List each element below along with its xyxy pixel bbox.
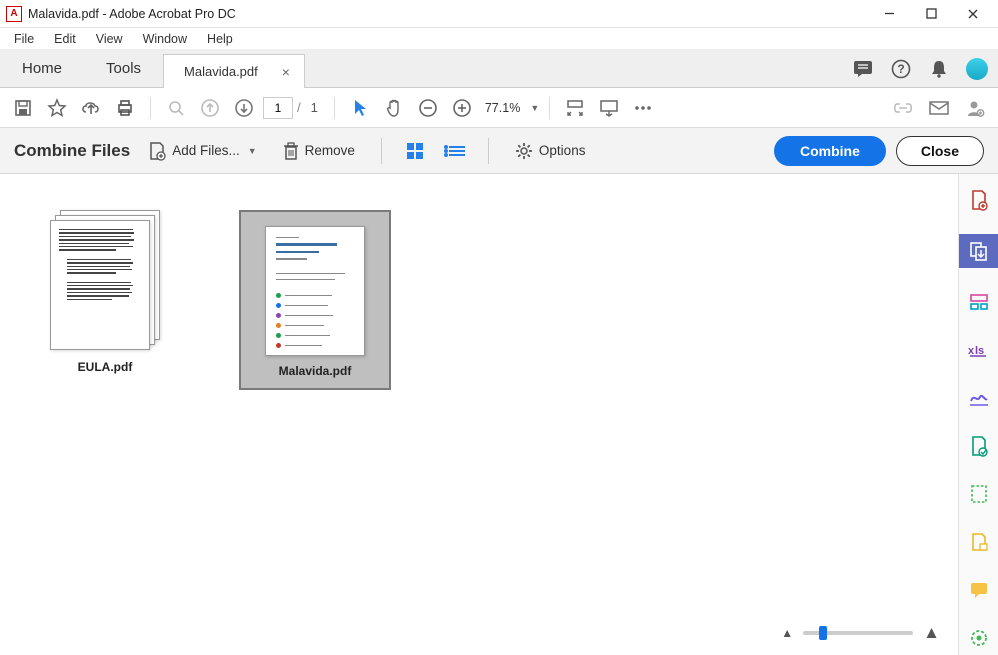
zoom-slider-handle[interactable] bbox=[819, 626, 827, 640]
remove-label: Remove bbox=[305, 143, 355, 158]
svg-text:?: ? bbox=[897, 62, 904, 76]
file-item-malavida[interactable]: Malavida.pdf bbox=[240, 210, 390, 390]
tab-right-icons: ? bbox=[852, 50, 998, 87]
tab-row: Home Tools Malavida.pdf × ? bbox=[0, 50, 998, 88]
page-current-input[interactable] bbox=[263, 97, 293, 119]
page-total: 1 bbox=[305, 100, 324, 115]
tab-document-label: Malavida.pdf bbox=[184, 64, 258, 79]
main-toolbar: / 1 77.1% ▼ bbox=[0, 88, 998, 128]
menu-edit[interactable]: Edit bbox=[44, 30, 86, 48]
zoom-large-icon[interactable]: ▲ bbox=[923, 623, 940, 643]
save-icon[interactable] bbox=[8, 93, 38, 123]
print-icon[interactable] bbox=[110, 93, 140, 123]
prev-page-icon[interactable] bbox=[195, 93, 225, 123]
rail-send-icon[interactable] bbox=[965, 432, 993, 460]
rail-create-pdf-icon[interactable] bbox=[965, 186, 993, 214]
tab-home[interactable]: Home bbox=[0, 50, 84, 87]
select-tool-icon[interactable] bbox=[345, 93, 375, 123]
svg-text:ls: ls bbox=[975, 345, 984, 357]
next-page-icon[interactable] bbox=[229, 93, 259, 123]
zoom-caret-icon[interactable]: ▼ bbox=[530, 103, 539, 113]
file-thumbnail bbox=[265, 226, 365, 356]
menu-bar: File Edit View Window Help bbox=[0, 28, 998, 50]
combine-button[interactable]: Combine bbox=[774, 136, 886, 166]
combine-title: Combine Files bbox=[14, 141, 130, 161]
bell-icon[interactable] bbox=[928, 58, 950, 80]
tool-rail: xls bbox=[958, 174, 998, 655]
file-canvas[interactable]: EULA.pdf bbox=[0, 174, 958, 655]
fit-page-icon[interactable] bbox=[594, 93, 624, 123]
grid-icon bbox=[407, 143, 423, 159]
add-files-caret-icon: ▼ bbox=[248, 146, 257, 156]
tab-close-icon[interactable]: × bbox=[282, 64, 290, 80]
rail-organize-icon[interactable] bbox=[965, 480, 993, 508]
add-files-label: Add Files... bbox=[172, 143, 240, 158]
fit-width-icon[interactable] bbox=[560, 93, 590, 123]
remove-button[interactable]: Remove bbox=[275, 138, 363, 164]
zoom-small-icon[interactable]: ▲ bbox=[781, 626, 793, 640]
menu-view[interactable]: View bbox=[86, 30, 133, 48]
more-tools-icon[interactable] bbox=[628, 93, 658, 123]
content-area: EULA.pdf bbox=[0, 174, 998, 655]
menu-file[interactable]: File bbox=[4, 30, 44, 48]
rail-sign-icon[interactable] bbox=[965, 384, 993, 412]
window-title: Malavida.pdf - Adobe Acrobat Pro DC bbox=[28, 7, 868, 21]
rail-combine-icon[interactable] bbox=[959, 234, 998, 268]
add-file-icon bbox=[148, 141, 166, 161]
zoom-slider-track[interactable] bbox=[803, 631, 913, 635]
trash-icon bbox=[283, 142, 299, 160]
close-window-button[interactable] bbox=[952, 1, 994, 27]
maximize-button[interactable] bbox=[910, 1, 952, 27]
tab-tools[interactable]: Tools bbox=[84, 50, 163, 87]
find-icon[interactable] bbox=[161, 93, 191, 123]
rail-comment-icon[interactable] bbox=[965, 576, 993, 604]
zoom-out-icon[interactable] bbox=[413, 93, 443, 123]
share-user-icon[interactable] bbox=[960, 93, 990, 123]
list-view-button[interactable] bbox=[444, 140, 466, 162]
menu-window[interactable]: Window bbox=[133, 30, 197, 48]
cloud-upload-icon[interactable] bbox=[76, 93, 106, 123]
list-icon bbox=[449, 146, 465, 156]
zoom-level[interactable]: 77.1% bbox=[481, 101, 524, 115]
gear-icon bbox=[515, 142, 533, 160]
combine-toolbar: Combine Files Add Files... ▼ Remove Opti… bbox=[0, 128, 998, 174]
star-icon[interactable] bbox=[42, 93, 72, 123]
rail-optimize-icon[interactable] bbox=[965, 624, 993, 652]
file-name-label: EULA.pdf bbox=[78, 360, 133, 374]
close-panel-button[interactable]: Close bbox=[896, 136, 984, 166]
zoom-in-icon[interactable] bbox=[447, 93, 477, 123]
email-icon[interactable] bbox=[924, 93, 954, 123]
add-files-button[interactable]: Add Files... ▼ bbox=[140, 137, 264, 165]
hand-tool-icon[interactable] bbox=[379, 93, 409, 123]
thumbnail-zoom-slider: ▲ ▲ bbox=[781, 623, 940, 643]
comments-icon[interactable] bbox=[852, 58, 874, 80]
file-name-label: Malavida.pdf bbox=[279, 364, 352, 378]
help-icon[interactable]: ? bbox=[890, 58, 912, 80]
thumbnail-view-button[interactable] bbox=[404, 140, 426, 162]
profile-avatar[interactable] bbox=[966, 58, 988, 80]
app-icon: A bbox=[6, 6, 22, 22]
options-label: Options bbox=[539, 143, 586, 158]
page-separator: / bbox=[297, 100, 301, 115]
svg-text:x: x bbox=[968, 345, 975, 357]
file-item-eula[interactable]: EULA.pdf bbox=[30, 210, 180, 374]
rail-export-icon[interactable]: xls bbox=[965, 336, 993, 364]
menu-help[interactable]: Help bbox=[197, 30, 243, 48]
title-bar: A Malavida.pdf - Adobe Acrobat Pro DC bbox=[0, 0, 998, 28]
tab-document[interactable]: Malavida.pdf × bbox=[163, 54, 305, 88]
rail-edit-pdf-icon[interactable] bbox=[965, 288, 993, 316]
link-icon[interactable] bbox=[888, 93, 918, 123]
rail-protect-icon[interactable] bbox=[965, 528, 993, 556]
minimize-button[interactable] bbox=[868, 1, 910, 27]
file-thumbnail-stack bbox=[50, 210, 160, 350]
options-button[interactable]: Options bbox=[507, 138, 594, 164]
